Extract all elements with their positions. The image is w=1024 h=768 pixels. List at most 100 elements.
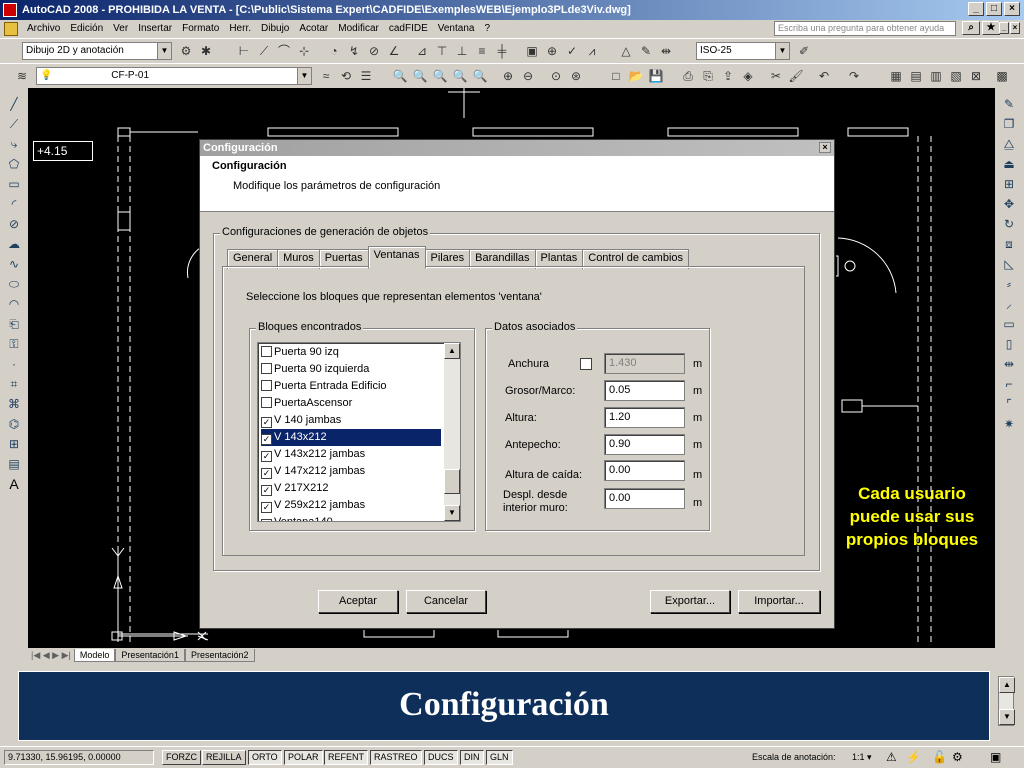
3d-dwf-icon[interactable]: ◈	[740, 68, 756, 84]
doc-minimize-button[interactable]: _	[999, 22, 1009, 34]
tab-ventanas[interactable]: Ventanas	[367, 246, 426, 269]
menu-edicion[interactable]: Edición	[65, 20, 108, 38]
zoom-scale-icon[interactable]: 🔍	[452, 68, 468, 84]
ellipse-icon[interactable]: ⬭	[6, 276, 22, 292]
list-item[interactable]: Puerta 90 izquierda	[261, 361, 441, 378]
checkbox-icon[interactable]	[261, 363, 272, 374]
arc-dim-icon[interactable]: ⌒	[276, 43, 292, 59]
list-item[interactable]: ✓ V 147x212 jambas	[261, 463, 441, 480]
gradient-icon[interactable]: ⌘	[6, 396, 22, 412]
zoom-extents-icon[interactable]: ⊛	[568, 68, 584, 84]
zoom-out-icon[interactable]: ⊖	[520, 68, 536, 84]
quick-dim-icon[interactable]: ⊿	[414, 43, 430, 59]
polyline-icon[interactable]: ⤷	[6, 136, 22, 152]
layer-manager-icon[interactable]: ≋	[14, 68, 30, 84]
copy-icon[interactable]: ❐	[1001, 116, 1017, 132]
close-button[interactable]: ×	[1004, 2, 1020, 16]
stretch-icon[interactable]: ◺	[1001, 256, 1017, 272]
command-scrollbar[interactable]: ▲ ▼	[998, 676, 1015, 726]
ok-button[interactable]: Aceptar	[318, 590, 398, 613]
zoom-dynamic-icon[interactable]: 🔍	[432, 68, 448, 84]
text-icon[interactable]: A	[6, 476, 22, 492]
dialog-close-icon[interactable]: ×	[819, 142, 831, 153]
list-item[interactable]: Puerta Entrada Edificio	[261, 378, 441, 395]
circle-icon[interactable]: ⊘	[6, 216, 22, 232]
menu-insertar[interactable]: Insertar	[133, 20, 177, 38]
table-icon[interactable]: ⊞	[6, 436, 22, 452]
scroll-up-icon[interactable]: ▲	[999, 677, 1015, 693]
autocad-app-icon[interactable]	[3, 3, 17, 17]
lock-icon[interactable]: 🔓	[932, 750, 947, 764]
mirror-icon[interactable]: ⧋	[1001, 136, 1017, 152]
calculator-icon[interactable]: ▩	[994, 68, 1010, 84]
arc-icon[interactable]: ◜	[6, 196, 22, 212]
rotate-icon[interactable]: ↻	[1001, 216, 1017, 232]
tool-palettes-icon[interactable]: ▥	[928, 68, 944, 84]
export-button[interactable]: Exportar...	[650, 590, 730, 613]
open-file-icon[interactable]: 📂	[628, 68, 644, 84]
menu-cadfide[interactable]: cadFIDE	[384, 20, 433, 38]
layer-state-icon[interactable]: ☰	[358, 68, 374, 84]
checkbox-checked-icon[interactable]: ✓	[261, 434, 272, 445]
new-file-icon[interactable]: □	[608, 68, 624, 84]
status-din[interactable]: DIN	[460, 750, 484, 765]
grosor-input[interactable]: 0.05	[604, 380, 685, 401]
scroll-thumb[interactable]	[444, 469, 460, 494]
point-icon[interactable]: ·	[6, 356, 22, 372]
menu-ventana[interactable]: Ventana	[433, 20, 480, 38]
dim-space-icon[interactable]: ≡	[474, 43, 490, 59]
import-button[interactable]: Importar...	[738, 590, 820, 613]
status-rastreo[interactable]: RASTREO	[370, 750, 422, 765]
hatch-icon[interactable]: ⌗	[6, 376, 22, 392]
checkbox-checked-icon[interactable]: ✓	[261, 417, 272, 428]
toolbar-gear-icon[interactable]: ✱	[198, 43, 214, 59]
linear-dim-icon[interactable]: ⊢	[236, 43, 252, 59]
rectangle-icon[interactable]: ▭	[6, 176, 22, 192]
dim-break-icon[interactable]: ╪	[494, 43, 510, 59]
despl-input[interactable]: 0.00	[604, 488, 685, 509]
continue-dim-icon[interactable]: ⊥	[454, 43, 470, 59]
jogged-linear-icon[interactable]: ⩘	[584, 43, 600, 59]
diameter-dim-icon[interactable]: ⊘	[366, 43, 382, 59]
scroll-up-icon[interactable]: ▲	[444, 343, 460, 359]
sheet-set-icon[interactable]: ▧	[948, 68, 964, 84]
tab-modelo[interactable]: Modelo	[73, 648, 116, 662]
menu-formato[interactable]: Formato	[177, 20, 224, 38]
ellipse-arc-icon[interactable]: ◠	[6, 296, 22, 312]
offset-icon[interactable]: ⏏	[1001, 156, 1017, 172]
status-orto[interactable]: ORTO	[248, 750, 282, 765]
list-item[interactable]: ✓ V 217X212	[261, 480, 441, 497]
aligned-dim-icon[interactable]: ⟋	[256, 43, 272, 59]
scroll-down-icon[interactable]: ▼	[999, 709, 1015, 725]
tolerance-icon[interactable]: ▣	[524, 43, 540, 59]
inspect-icon[interactable]: ✓	[564, 43, 580, 59]
cancel-button[interactable]: Cancelar	[406, 590, 486, 613]
status-tray-icon[interactable]: ⚙	[952, 750, 963, 764]
checkbox-checked-icon[interactable]: ✓	[261, 519, 272, 521]
maximize-button[interactable]: □	[986, 2, 1002, 16]
break-at-point-icon[interactable]: ▭	[1001, 316, 1017, 332]
join-icon[interactable]: ⇹	[1001, 356, 1017, 372]
baseline-dim-icon[interactable]: ⊤	[434, 43, 450, 59]
menu-dibujo[interactable]: Dibujo	[256, 20, 294, 38]
zoom-in-icon[interactable]: ⊕	[500, 68, 516, 84]
doc-close-button[interactable]: ×	[1010, 22, 1020, 34]
zoom-realtime-icon[interactable]: 🔍	[392, 68, 408, 84]
dim-edit-icon[interactable]: △	[618, 43, 634, 59]
scale-icon[interactable]: ⧈	[1001, 236, 1017, 252]
move-icon[interactable]: ✥	[1001, 196, 1017, 212]
zoom-center-icon[interactable]: 🔍	[472, 68, 488, 84]
fillet-icon[interactable]: ⌜	[1001, 396, 1017, 412]
list-item[interactable]: ✓ V 140 jambas	[261, 412, 441, 429]
list-item[interactable]: Puerta 90 izq	[261, 344, 441, 361]
checkbox-icon[interactable]	[261, 397, 272, 408]
center-mark-icon[interactable]: ⊕	[544, 43, 560, 59]
auto-scale-icon[interactable]: ⚡	[906, 750, 921, 764]
make-block-icon[interactable]: ⚿	[6, 336, 22, 352]
properties-icon[interactable]: ▦	[888, 68, 904, 84]
design-center-icon[interactable]: ▤	[908, 68, 924, 84]
spline-icon[interactable]: ∿	[6, 256, 22, 272]
minimize-button[interactable]: _	[968, 2, 984, 16]
zoom-all-icon[interactable]: ⊙	[548, 68, 564, 84]
erase-icon[interactable]: ✎	[1001, 96, 1017, 112]
